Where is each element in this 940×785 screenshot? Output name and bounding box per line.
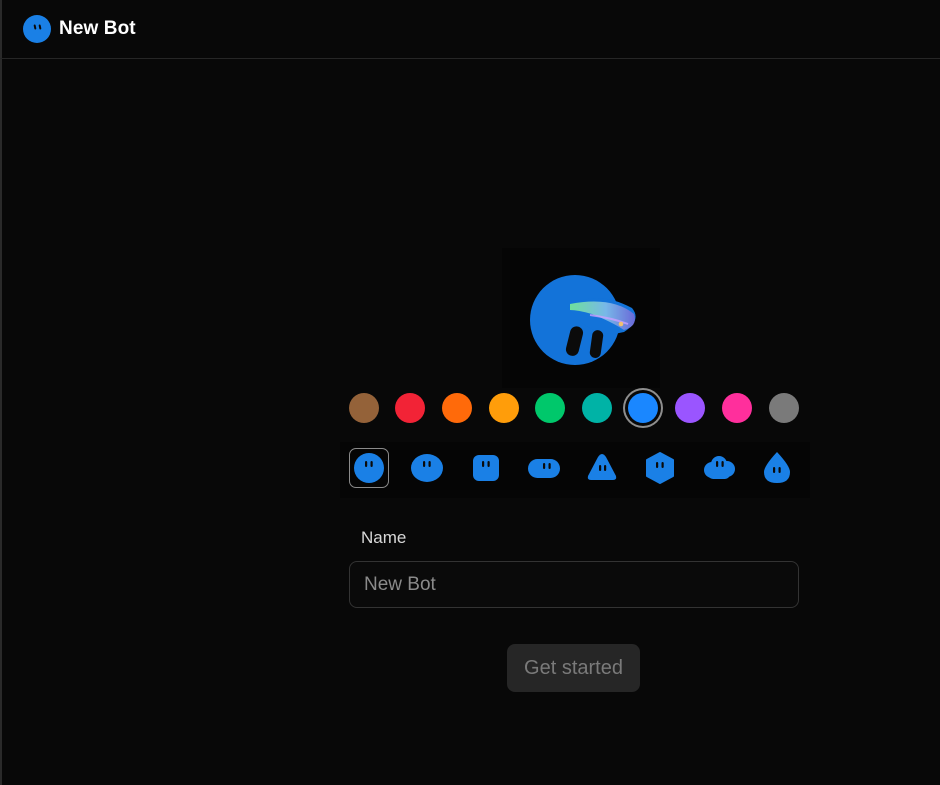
shape-option-circle[interactable] [349,448,389,488]
color-swatch-teal[interactable] [582,393,612,423]
shape-option-oval[interactable] [407,448,447,488]
pill-shape-icon [528,459,560,478]
page-title: New Bot [59,18,136,39]
shape-option-hexagon[interactable] [640,448,680,488]
drop-shape-icon [764,452,790,483]
name-label: Name [361,528,407,547]
circle-shape-icon [354,453,384,483]
shape-picker [340,442,810,498]
color-swatch-purple[interactable] [675,393,705,423]
color-swatch-gray[interactable] [769,393,799,423]
shape-option-drop[interactable] [757,448,797,488]
color-swatch-red[interactable] [395,393,425,423]
color-picker [345,388,805,428]
get-started-button[interactable]: Get started [507,644,640,692]
bot-preview [502,248,660,388]
shape-option-cloud[interactable] [699,448,739,488]
bot-preview-avatar-icon [530,275,636,365]
hexagon-shape-icon [646,452,674,484]
color-swatch-pink[interactable] [722,393,752,423]
color-swatch-orange[interactable] [442,393,472,423]
color-swatch-blue[interactable] [628,393,658,423]
shape-option-pill[interactable] [524,448,564,488]
color-swatch-green[interactable] [535,393,565,423]
bot-avatar-icon[interactable] [23,15,51,43]
color-swatch-amber[interactable] [489,393,519,423]
shape-option-triangle[interactable] [582,448,622,488]
color-swatch-brown[interactable] [349,393,379,423]
top-bar: New Bot [0,0,940,59]
bot-name-input[interactable] [349,561,799,608]
shape-option-square[interactable] [466,448,506,488]
cloud-shape-icon [704,456,735,479]
square-shape-icon [473,455,499,481]
triangle-shape-icon [587,454,617,480]
oval-shape-icon [411,454,443,482]
